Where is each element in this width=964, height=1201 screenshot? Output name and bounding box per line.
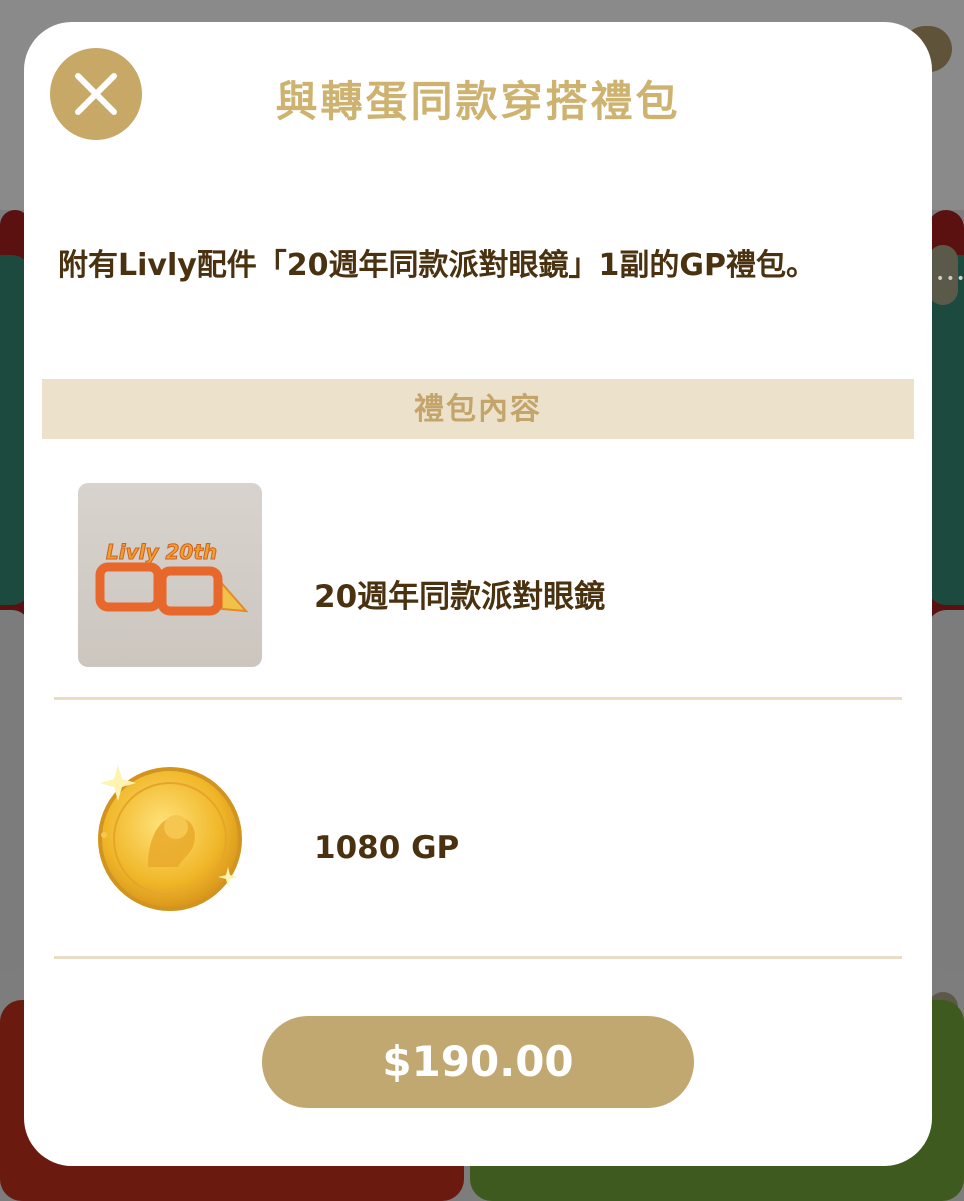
item-name-party-glasses: 20週年同款派對眼鏡 [314, 579, 606, 615]
gold-coin-icon [78, 747, 262, 931]
background-more-icon: ••• [928, 245, 964, 305]
pack-description: 附有Livly配件「20週年同款派對眼鏡」1副的GP禮包。 [58, 248, 817, 283]
gift-pack-modal: 與轉蛋同款穿搭禮包 附有Livly配件「20週年同款派對眼鏡」1副的GP禮包。 … [24, 22, 932, 1166]
glasses-badge-text: Livly 20th [106, 540, 217, 564]
list-item-gp: 1080 GP [54, 712, 902, 962]
purchase-price-button[interactable]: $190.00 [262, 1016, 694, 1108]
background-banner-right [928, 255, 964, 605]
modal-title: 與轉蛋同款穿搭禮包 [275, 77, 681, 126]
background-card-mid-right [928, 610, 964, 970]
item-divider [54, 956, 902, 959]
party-glasses-icon: Livly 20th [78, 483, 262, 667]
list-item-party-glasses: Livly 20th 20週年同款派對眼鏡 [54, 462, 902, 712]
item-divider [54, 697, 902, 700]
item-name-gp: 1080 GP [314, 830, 460, 866]
pack-contents-header: 禮包內容 [42, 379, 914, 439]
